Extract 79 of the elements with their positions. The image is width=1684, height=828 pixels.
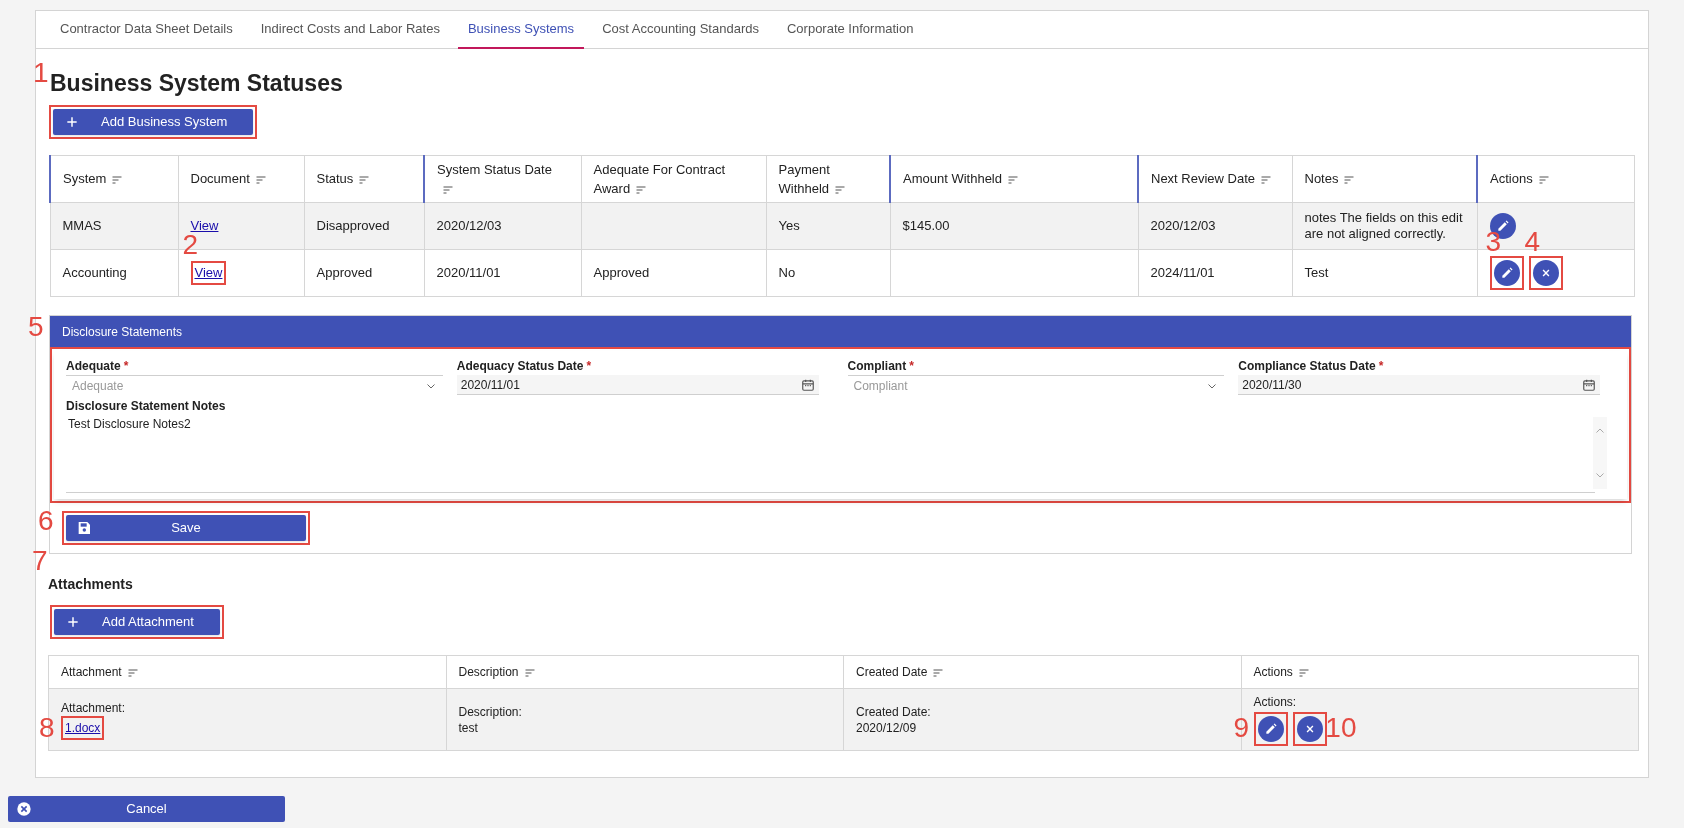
table-cell: Accounting <box>62 265 127 280</box>
sort-icon <box>1006 173 1020 186</box>
column-header[interactable]: Payment Withheld <box>766 155 890 203</box>
field-label: Adequacy Status Date * <box>456 358 593 373</box>
column-header[interactable]: Document <box>178 155 304 203</box>
date-field[interactable]: 2020/11/30 <box>1238 375 1601 395</box>
plus-icon <box>65 115 79 129</box>
add-business-system-button[interactable]: Add Business System <box>53 109 254 135</box>
sort-icon <box>634 183 649 196</box>
callout-number: 8 <box>39 713 55 742</box>
table-cell: notes The fields on this edit are not aligned correctly. <box>1304 210 1463 241</box>
view-link[interactable]: View <box>194 265 223 281</box>
callout-number: 5 <box>28 313 44 341</box>
sort-icon <box>931 666 946 679</box>
sort-icon <box>1342 173 1357 186</box>
field-label: Disclosure Statement Notes <box>66 398 227 415</box>
table-cell: Approved <box>316 265 373 280</box>
table-cell: Yes <box>778 218 800 233</box>
sort-icon <box>441 183 455 196</box>
column-header[interactable]: Description <box>446 655 844 689</box>
tab[interactable]: Contractor Data Sheet Details <box>50 11 243 49</box>
column-header[interactable]: Status <box>304 155 424 203</box>
save-icon <box>76 520 92 536</box>
tab[interactable]: Indirect Costs and Labor Rates <box>250 11 450 49</box>
sort-icon <box>1259 173 1274 186</box>
callout-number: 9 <box>1233 713 1250 742</box>
table-cell: Approved <box>593 265 650 280</box>
table-cell: 2024/11/01 <box>1150 265 1215 280</box>
sort-icon <box>833 183 848 196</box>
table-cell: No <box>778 265 796 280</box>
column-header[interactable]: Notes <box>1292 155 1477 203</box>
table-cell: 2020/11/01 <box>436 265 501 280</box>
table-cell: 2020/12/03 <box>1150 218 1216 233</box>
tab[interactable]: Corporate Information <box>776 11 924 49</box>
section-heading: Attachments <box>48 575 134 594</box>
field-label: Adequate * <box>66 358 130 373</box>
callout-number: 10 <box>1325 713 1357 742</box>
sort-icon <box>110 173 125 186</box>
view-link[interactable]: View <box>190 218 219 233</box>
callout-number: 4 <box>1524 228 1541 256</box>
calendar-icon <box>800 377 815 392</box>
pencil-icon <box>1499 266 1514 280</box>
calendar-icon <box>1582 377 1597 392</box>
field-label: Compliant * <box>847 358 915 373</box>
callout-number: 1 <box>33 59 49 87</box>
callout-number: 2 <box>182 231 199 259</box>
cell-label: Created Date: <box>856 703 932 720</box>
table-cell: MMAS <box>62 218 102 233</box>
plus-icon <box>66 615 80 629</box>
cell-label: Attachment: <box>61 699 127 716</box>
panel-title: Disclosure Statements <box>62 323 183 341</box>
table-cell: Test <box>1304 265 1329 280</box>
tab[interactable]: Business Systems <box>457 11 585 49</box>
callout-number: 3 <box>1485 228 1502 256</box>
column-header[interactable]: Attachment <box>48 655 446 689</box>
tab[interactable]: Cost Accounting Standards <box>592 11 769 49</box>
column-header[interactable]: Adequate For Contract Award <box>581 155 766 203</box>
pencil-icon <box>1495 219 1510 233</box>
cancel-button[interactable]: Cancel <box>8 796 285 822</box>
add-attachment-button[interactable]: Add Attachment <box>54 609 220 635</box>
column-header[interactable]: Created Date <box>843 655 1241 689</box>
cell-label: Description: <box>458 703 523 720</box>
table-cell: Disapproved <box>316 218 390 233</box>
cancel-icon <box>16 801 32 817</box>
page-heading: Business System Statuses <box>50 69 344 97</box>
callout-number: 6 <box>38 507 54 535</box>
field-label: Compliance Status Date * <box>1238 358 1385 373</box>
column-header[interactable]: Actions <box>1241 655 1639 689</box>
table-cell: 2020/12/03 <box>436 218 502 233</box>
pencil-icon <box>1263 721 1278 736</box>
table-cell: $145.00 <box>902 218 950 233</box>
file-link[interactable]: 1.docx <box>65 719 101 736</box>
date-field[interactable]: 2020/11/01 <box>456 375 819 395</box>
callout-number: 7 <box>32 547 48 575</box>
table-cell-text: test <box>458 719 479 736</box>
sort-icon <box>357 173 372 186</box>
save-button[interactable]: Save <box>66 515 306 541</box>
cell-label: Actions: <box>1253 693 1298 710</box>
table-cell-text: 2020/12/09 <box>856 719 918 736</box>
